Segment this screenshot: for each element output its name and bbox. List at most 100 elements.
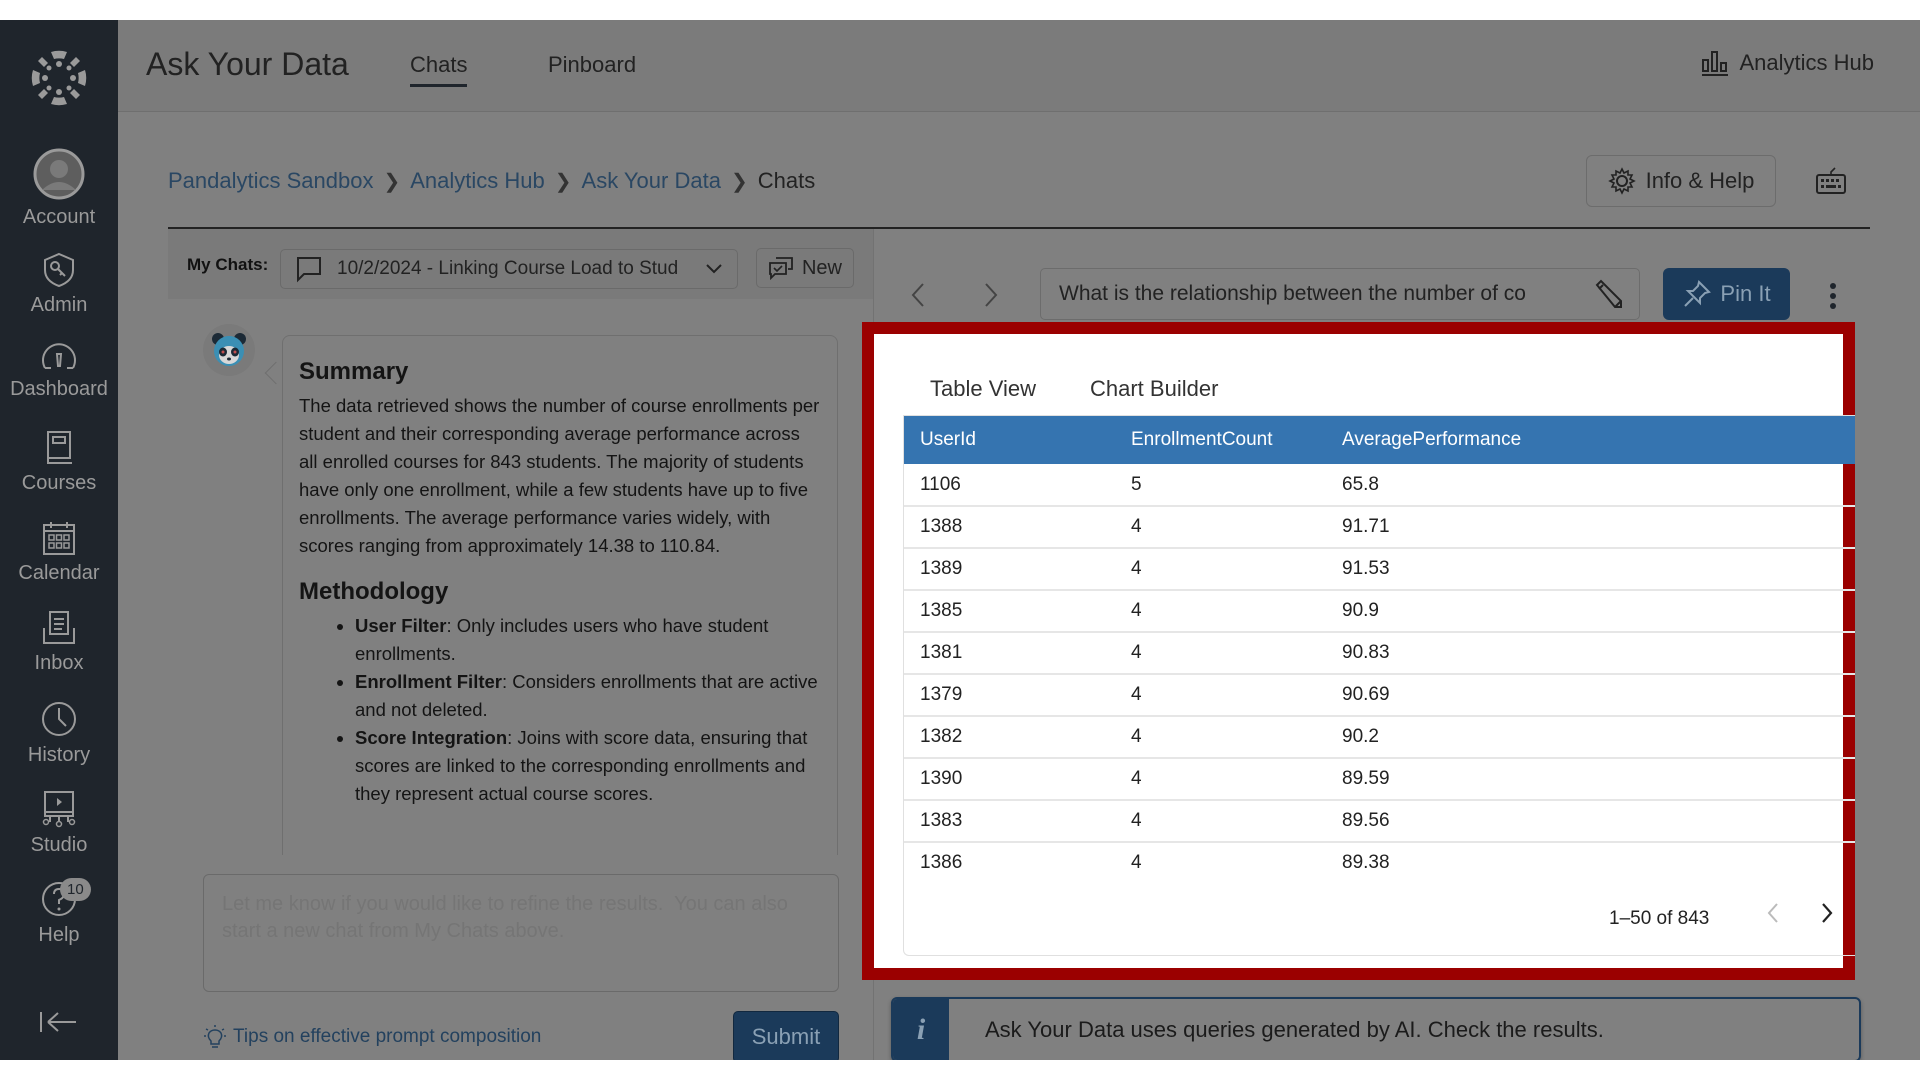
table-cell-enrollmentcount: 4 bbox=[1115, 716, 1326, 759]
question-title-field[interactable]: What is the relationship between the num… bbox=[1040, 268, 1640, 320]
sidebar-item-history[interactable]: History bbox=[0, 700, 118, 767]
breadcrumb-link[interactable]: Ask Your Data bbox=[582, 168, 721, 194]
submit-button[interactable]: Submit bbox=[733, 1011, 839, 1060]
chat-select-dropdown[interactable]: 10/2/2024 - Linking Course Load to Stud bbox=[280, 249, 738, 289]
table-row[interactable]: 1390 4 89.59 bbox=[904, 758, 1855, 801]
table-cell-enrollmentcount: 4 bbox=[1115, 506, 1326, 549]
table-row[interactable]: 1106 5 65.8 bbox=[904, 464, 1855, 507]
column-header-enrollmentcount[interactable]: EnrollmentCount bbox=[1115, 416, 1326, 464]
clock-icon bbox=[42, 702, 76, 736]
breadcrumb: Pandalytics Sandbox ❯ Analytics Hub ❯ As… bbox=[168, 168, 815, 194]
breadcrumb-link[interactable]: Pandalytics Sandbox bbox=[168, 168, 373, 194]
info-help-label: Info & Help bbox=[1645, 168, 1755, 193]
breadcrumb-link[interactable]: Analytics Hub bbox=[410, 168, 545, 194]
sidebar-item-label: Dashboard bbox=[10, 378, 108, 400]
chat-panel: My Chats: 10/2/2024 - Linking Course Loa… bbox=[168, 229, 874, 1060]
column-header-averageperformance[interactable]: AveragePerformance bbox=[1326, 416, 1855, 464]
table-cell-averageperformance: 89.59 bbox=[1326, 758, 1855, 801]
breadcrumb-separator-icon: ❯ bbox=[383, 170, 401, 193]
table-cell-userid: 1388 bbox=[904, 506, 1115, 549]
sidebar-item-label: Admin bbox=[30, 294, 88, 316]
analytics-hub-label: Analytics Hub bbox=[1739, 50, 1874, 75]
sidebar-item-label: Inbox bbox=[34, 652, 84, 674]
column-header-userid[interactable]: UserId bbox=[904, 416, 1115, 464]
breadcrumb-current: Chats bbox=[757, 168, 816, 193]
prompt-input[interactable] bbox=[203, 874, 839, 992]
more-vertical-icon bbox=[1830, 283, 1836, 309]
bar-chart-icon bbox=[1702, 51, 1729, 76]
summary-heading: Summary bbox=[299, 358, 409, 385]
sidebar-item-label: Account bbox=[22, 206, 96, 228]
tab-pinboard[interactable]: Pinboard bbox=[548, 52, 636, 78]
table-row[interactable]: 1382 4 90.2 bbox=[904, 716, 1855, 759]
calendar-icon bbox=[43, 522, 75, 555]
tab-table-view[interactable]: Table View bbox=[903, 366, 1063, 422]
app-title: Ask Your Data bbox=[146, 46, 349, 82]
methodology-item: User Filter: Only includes users who hav… bbox=[355, 612, 821, 668]
collapse-sidebar-button[interactable] bbox=[38, 1010, 78, 1039]
book-icon bbox=[47, 431, 72, 464]
analytics-hub-link[interactable]: Analytics Hub bbox=[1701, 50, 1874, 76]
tips-label: Tips on effective prompt composition bbox=[233, 1026, 542, 1047]
table-row[interactable]: 1381 4 90.83 bbox=[904, 632, 1855, 675]
sidebar-item-label: History bbox=[27, 744, 91, 766]
sidebar-item-label: Calendar bbox=[18, 562, 100, 584]
table-header-row: UserId EnrollmentCount AveragePerformanc… bbox=[904, 416, 1855, 464]
table-cell-averageperformance: 65.8 bbox=[1326, 464, 1855, 507]
next-question-button[interactable] bbox=[983, 282, 999, 315]
table-row[interactable]: 1383 4 89.56 bbox=[904, 800, 1855, 843]
table-cell-enrollmentcount: 4 bbox=[1115, 842, 1326, 882]
table-row[interactable]: 1379 4 90.69 bbox=[904, 674, 1855, 717]
sidebar-item-calendar[interactable]: Calendar bbox=[0, 520, 118, 585]
table-row[interactable]: 1389 4 91.53 bbox=[904, 548, 1855, 591]
table-cell-userid: 1381 bbox=[904, 632, 1115, 675]
gear-icon bbox=[1607, 167, 1636, 195]
tab-chats[interactable]: Chats bbox=[410, 52, 468, 87]
chat-bubble-icon bbox=[297, 257, 321, 283]
more-options-button[interactable] bbox=[1827, 282, 1839, 317]
sidebar-item-courses[interactable]: Courses bbox=[0, 430, 118, 495]
table-row[interactable]: 1386 4 89.38 bbox=[904, 842, 1855, 882]
methodology-list: User Filter: Only includes users who hav… bbox=[355, 612, 821, 808]
table-cell-enrollmentcount: 4 bbox=[1115, 800, 1326, 843]
chevron-left-icon bbox=[911, 283, 924, 307]
table-row[interactable]: 1385 4 90.9 bbox=[904, 590, 1855, 633]
previous-question-button[interactable] bbox=[910, 282, 926, 315]
table-cell-userid: 1389 bbox=[904, 548, 1115, 591]
table-cell-userid: 1106 bbox=[904, 464, 1115, 507]
chevron-down-icon bbox=[706, 264, 722, 274]
lightbulb-icon bbox=[204, 1025, 226, 1048]
table-cell-enrollmentcount: 4 bbox=[1115, 674, 1326, 717]
table-cell-userid: 1386 bbox=[904, 842, 1115, 882]
ai-disclaimer-text: Ask Your Data uses queries generated by … bbox=[985, 1017, 1604, 1042]
prompt-tips-link[interactable]: Tips on effective prompt composition bbox=[203, 1024, 541, 1050]
summary-text: The data retrieved shows the number of c… bbox=[299, 395, 820, 556]
collapse-arrow-icon bbox=[40, 1012, 76, 1032]
pencil-icon[interactable] bbox=[1593, 279, 1623, 309]
inbox-icon bbox=[43, 611, 75, 644]
keyboard-shortcuts-button[interactable] bbox=[1815, 167, 1847, 200]
sidebar-item-dashboard[interactable]: Dashboard bbox=[0, 342, 118, 401]
sidebar-item-account[interactable]: Account bbox=[0, 148, 118, 229]
methodology-heading: Methodology bbox=[299, 578, 449, 605]
sidebar-item-inbox[interactable]: Inbox bbox=[0, 610, 118, 675]
sidebar-item-help[interactable]: 10 Help bbox=[0, 878, 118, 947]
sidebar-item-admin[interactable]: Admin bbox=[0, 252, 118, 317]
previous-page-button[interactable] bbox=[1766, 902, 1780, 931]
next-page-button[interactable] bbox=[1820, 902, 1834, 931]
sidebar-item-label: Studio bbox=[30, 834, 88, 856]
my-chats-bar: My Chats: 10/2/2024 - Linking Course Loa… bbox=[168, 229, 874, 299]
chevron-right-icon bbox=[1822, 903, 1833, 923]
canvas-logo-icon[interactable] bbox=[29, 48, 89, 108]
new-chat-label: New bbox=[801, 256, 842, 279]
new-chat-button[interactable]: New bbox=[756, 248, 854, 288]
assistant-response: Summary The data retrieved shows the num… bbox=[282, 335, 838, 855]
table-cell-enrollmentcount: 4 bbox=[1115, 758, 1326, 801]
sidebar-item-studio[interactable]: Studio bbox=[0, 790, 118, 857]
table-row[interactable]: 1388 4 91.71 bbox=[904, 506, 1855, 549]
help-notification-badge: 10 bbox=[60, 878, 91, 901]
info-help-button[interactable]: Info & Help bbox=[1586, 155, 1776, 207]
tab-chart-builder[interactable]: Chart Builder bbox=[1063, 366, 1245, 422]
table-cell-userid: 1382 bbox=[904, 716, 1115, 759]
pin-it-button[interactable]: Pin It bbox=[1663, 268, 1790, 320]
